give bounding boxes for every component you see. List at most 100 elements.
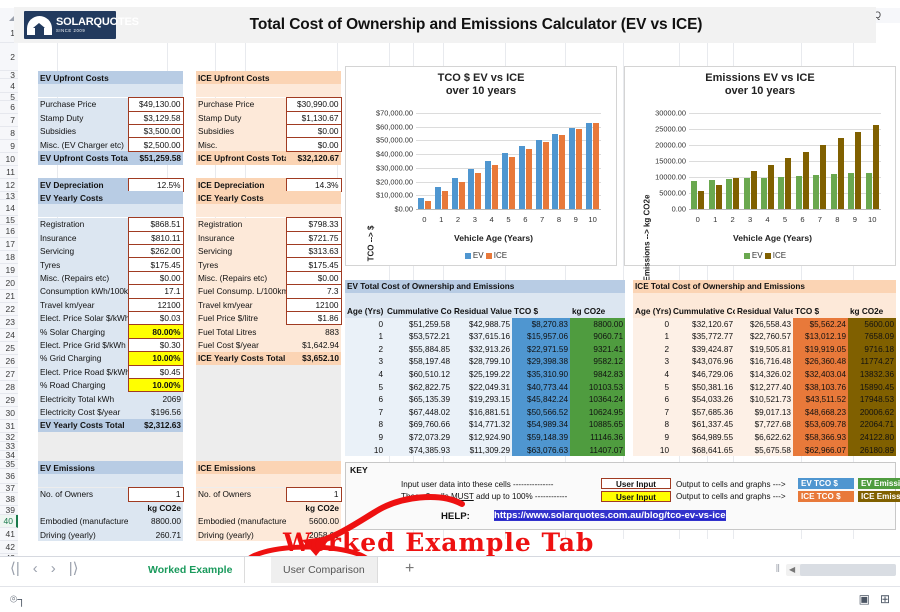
add-sheet-button[interactable]: + [405, 560, 414, 578]
row-header-37[interactable]: 37 [0, 483, 18, 493]
last-sheet-icon[interactable]: |⟩ [69, 561, 79, 576]
chart-emissions-panel[interactable]: Emissions EV vs ICE over 10 years 0.00 50… [624, 66, 896, 282]
row-header-8[interactable]: 8 [0, 127, 18, 140]
page-layout-icon[interactable]: ⊞ [880, 592, 890, 606]
row-header-27[interactable]: 27 [0, 368, 18, 381]
row-header-15[interactable]: 15 [0, 215, 18, 225]
chart-tco-panel[interactable]: TCO $ EV vs ICE over 10 years $0.00 $10,0… [345, 66, 617, 266]
ev-value-1[interactable]: $3,129.58 [127, 110, 184, 126]
key-help-link[interactable]: https://www.solarquotes.com.au/blog/tco-… [494, 510, 726, 521]
scroll-left-icon[interactable]: ◀ [789, 565, 795, 574]
row-header-7[interactable]: 7 [0, 114, 18, 127]
row-header-6[interactable]: 6 [0, 101, 18, 114]
ev-value-14[interactable]: $196.56 [128, 405, 184, 419]
ev-value-12[interactable]: 10.00% [127, 377, 184, 393]
filler-row [196, 418, 342, 433]
row-header-25[interactable]: 25 [0, 342, 18, 355]
ev-label-9: Elect. Price Grid $/kWh [38, 338, 128, 352]
ev-depreciation-value[interactable]: 12.5% [127, 177, 184, 193]
ev-value-2[interactable]: $3,500.00 [127, 124, 184, 139]
row-header-23[interactable]: 23 [0, 316, 18, 329]
prev-sheet-icon[interactable]: ‹ [33, 561, 38, 576]
row-header-10[interactable]: 10 [0, 153, 18, 166]
chart-y-tick-0: $0.00 [394, 204, 414, 214]
row-header-35[interactable]: 35 [0, 459, 18, 469]
ev-emis-value-1: 260.71 [128, 527, 183, 542]
ev-value-5[interactable]: 17.1 [127, 284, 184, 299]
ev-value-6[interactable]: 12100 [127, 297, 184, 313]
next-sheet-icon[interactable]: › [51, 561, 56, 576]
ice-tco-r3c0: 3 [633, 355, 671, 369]
sheet-tab-user-comparison[interactable]: User Comparison [271, 557, 378, 583]
chart-bar-EV-7 [813, 175, 820, 209]
row-header-11[interactable]: 11 [0, 166, 18, 179]
ice-value-1[interactable]: $1,130.67 [285, 110, 342, 126]
ice-value-2[interactable]: $0.00 [285, 124, 342, 139]
ev-value-11[interactable]: $0.45 [127, 364, 184, 379]
ice-tco-r10c4: 26180.89 [848, 443, 897, 457]
horizontal-scrollbar[interactable]: ◀ [786, 564, 896, 576]
normal-view-icon[interactable]: ▣ [859, 592, 870, 606]
row-header-20[interactable]: 20 [0, 277, 18, 290]
row-header-18[interactable]: 18 [0, 251, 18, 264]
ev-value-3[interactable]: $2,500.00 [127, 137, 184, 152]
row-header-14[interactable]: 14 [0, 200, 18, 216]
ice-value-4[interactable]: $0.00 [285, 270, 342, 286]
ev-label-5: Consumption kWh/100km [38, 284, 128, 299]
chart-y-tick-3: $30,000.00 [376, 163, 413, 173]
ice-value-5[interactable]: 7.3 [285, 284, 342, 299]
ice-value-3[interactable]: $175.45 [285, 257, 342, 272]
ev-value-0[interactable]: $868.51 [127, 217, 184, 232]
ev-value-7[interactable]: $0.03 [127, 311, 184, 326]
row-header-13[interactable]: 13 [0, 191, 18, 201]
ice-value-0[interactable]: $798.33 [285, 217, 342, 232]
split-grip-handle[interactable]: ‖ [775, 563, 780, 575]
row-header-26[interactable]: 26 [0, 355, 18, 368]
ice-value-7[interactable]: $1.86 [285, 311, 342, 326]
row-header-2[interactable]: 2 [0, 43, 18, 71]
ice-value-0[interactable]: $30,990.00 [285, 97, 342, 112]
first-sheet-icon[interactable]: ⟨| [10, 561, 20, 576]
table-row: 4 $46,729.06 $14,326.02 $32,403.04 13832.36 [633, 368, 897, 381]
ice-owners-value[interactable]: 1 [285, 487, 342, 502]
ice-value-2[interactable]: $313.63 [285, 244, 342, 259]
ev-value-3[interactable]: $175.45 [127, 257, 184, 272]
table-row: 3 $43,076.96 $16,716.48 $26,360.48 11774.27 [633, 355, 897, 369]
row-header-3[interactable]: 3 [0, 70, 18, 80]
ice-value-8[interactable]: 883 [286, 324, 342, 339]
row-header-5[interactable]: 5 [0, 92, 18, 102]
ice-value-6[interactable]: 12100 [285, 297, 342, 313]
ev-value-4[interactable]: $0.00 [127, 270, 184, 286]
row-header-9[interactable]: 9 [0, 140, 18, 153]
accessibility-icon[interactable]: ⌾┐ [10, 592, 26, 607]
row-header-16[interactable]: 16 [0, 225, 18, 238]
row-header-36[interactable]: 36 [0, 469, 18, 484]
ev-value-13[interactable]: 2069 [128, 391, 184, 406]
row-header-24[interactable]: 24 [0, 329, 18, 342]
ev-value-8[interactable]: 80.00% [127, 324, 184, 339]
ice-depreciation-value[interactable]: 14.3% [285, 177, 342, 193]
row-header-41[interactable]: 41 [0, 528, 18, 541]
row-header-4[interactable]: 4 [0, 79, 18, 93]
row-header-28[interactable]: 28 [0, 381, 18, 394]
ev-value-9[interactable]: $0.30 [127, 337, 184, 353]
row-header-22[interactable]: 22 [0, 303, 18, 316]
sheet-tab-worked-example[interactable]: Worked Example [136, 557, 246, 583]
ev-value-0[interactable]: $49,130.00 [127, 97, 184, 112]
row-header-17[interactable]: 17 [0, 238, 18, 251]
ev-owners-value[interactable]: 1 [127, 487, 184, 502]
row-header-21[interactable]: 21 [0, 290, 18, 303]
row-header-40[interactable]: 40 [0, 515, 18, 528]
ice-value-3[interactable]: $0.00 [285, 137, 342, 152]
ice-value-1[interactable]: $721.75 [285, 230, 342, 246]
row-header-29[interactable]: 29 [0, 394, 18, 407]
ev-tco-r4c4: 9842.83 [570, 368, 626, 381]
ev-value-2[interactable]: $262.00 [127, 244, 184, 259]
row-header-30[interactable]: 30 [0, 407, 18, 420]
ev-value-10[interactable]: 10.00% [127, 351, 184, 366]
ev-value-1[interactable]: $810.11 [127, 230, 184, 246]
ice-value-9[interactable]: $1,642.94 [286, 338, 342, 352]
row-header-19[interactable]: 19 [0, 264, 18, 277]
scrollbar-thumb[interactable] [800, 564, 896, 576]
row-header-39[interactable]: 39 [0, 505, 18, 515]
